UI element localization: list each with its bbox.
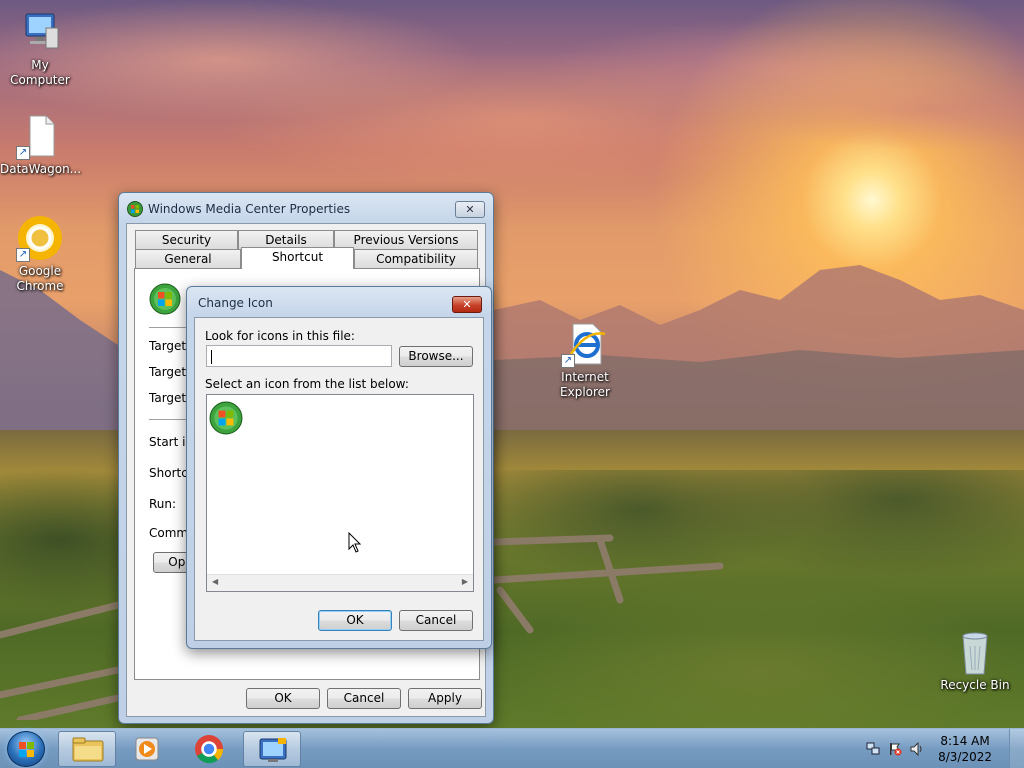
internet-explorer-icon: ↗ [561,320,609,368]
windows-media-center-icon[interactable] [209,401,243,435]
windows-logo-icon [19,742,34,757]
close-button[interactable]: ✕ [455,201,485,218]
windows-media-center-icon [127,201,143,217]
target-label: Target: [149,391,191,405]
desktop-icon-datawagon[interactable]: ↗ DataWagon... [0,112,82,177]
mouse-pointer-icon [348,532,362,553]
cancel-button[interactable]: Cancel [399,610,473,631]
tab-general[interactable]: General [135,249,241,268]
change-icon-title: Change Icon [198,296,273,310]
taskbar-chrome-button[interactable] [180,731,238,767]
desktop-icon-label: Internet Explorer [560,370,610,399]
scroll-left-icon[interactable]: ◀ [212,577,218,586]
control-panel-icon [259,738,287,762]
scroll-right-icon[interactable]: ▶ [462,577,468,586]
desktop-icon-label: DataWagon... [0,162,82,176]
desktop-icon-internet-explorer[interactable]: ↗ Internet Explorer [545,320,625,400]
icon-file-input[interactable] [206,345,392,367]
select-icon-label: Select an icon from the list below: [205,377,409,391]
shortcut-arrow-icon: ↗ [16,146,30,160]
look-for-icons-label: Look for icons in this file: [205,329,355,343]
taskbar-control-panel-button[interactable] [243,731,301,767]
desktop-icon-google-chrome[interactable]: ↗ Google Chrome [0,214,80,294]
taskbar-clock[interactable]: 8:14 AM 8/3/2022 [938,733,992,765]
shortcut-arrow-icon: ↗ [561,354,575,368]
horizontal-scrollbar[interactable]: ◀ ▶ [207,574,473,591]
desktop-icon-label: Google Chrome [16,264,64,293]
network-icon[interactable] [866,742,880,756]
tab-security[interactable]: Security [135,230,238,249]
show-desktop-button[interactable] [1009,729,1024,768]
properties-titlebar[interactable]: Windows Media Center Properties ✕ [119,193,493,223]
tab-shortcut[interactable]: Shortcut [241,247,354,269]
clock-date: 8/3/2022 [938,750,992,764]
document-icon: ↗ [16,112,64,160]
clock-time: 8:14 AM [940,734,990,748]
tab-previous-versions[interactable]: Previous Versions [334,230,478,249]
close-icon: ✕ [465,203,475,216]
close-button[interactable]: ✕ [452,296,482,313]
action-center-flag-icon[interactable] [888,742,902,756]
cancel-button[interactable]: Cancel [327,688,401,709]
recycle-bin-icon [951,630,999,676]
taskbar-media-player-button[interactable] [118,731,176,767]
ok-button[interactable]: OK [246,688,320,709]
change-icon-titlebar[interactable]: Change Icon ✕ [187,287,491,317]
desktop-icon-recycle-bin[interactable]: Recycle Bin [935,630,1015,693]
change-icon-dialog: Change Icon ✕ Look for icons in this fil… [186,286,492,649]
system-tray: 8:14 AM 8/3/2022 [854,729,1024,768]
folder-icon [72,737,104,762]
ok-button[interactable]: OK [318,610,392,631]
media-player-icon [135,737,159,761]
desktop-icon-label: My Computer [10,58,70,87]
desktop-icon-label: Recycle Bin [940,678,1010,692]
taskbar: 8:14 AM 8/3/2022 [0,728,1024,768]
volume-icon[interactable] [910,741,924,757]
text-caret [211,349,212,364]
shortcut-arrow-icon: ↗ [16,248,30,262]
browse-button[interactable]: Browse... [399,346,473,367]
icon-list[interactable]: ◀ ▶ [206,394,474,592]
apply-button[interactable]: Apply [408,688,482,709]
windows-media-center-icon [149,283,181,315]
computer-icon [16,8,64,56]
desktop-icon-my-computer[interactable]: My Computer [0,8,80,88]
chrome-icon [195,735,224,764]
change-icon-client: Look for icons in this file: Browse... S… [194,317,484,641]
close-icon: ✕ [462,298,472,311]
taskbar-explorer-button[interactable] [58,731,116,767]
run-label: Run: [149,497,177,511]
tab-compatibility[interactable]: Compatibility [354,249,478,268]
start-button[interactable] [7,731,45,767]
chrome-icon: ↗ [16,214,64,262]
properties-title: Windows Media Center Properties [148,202,351,216]
